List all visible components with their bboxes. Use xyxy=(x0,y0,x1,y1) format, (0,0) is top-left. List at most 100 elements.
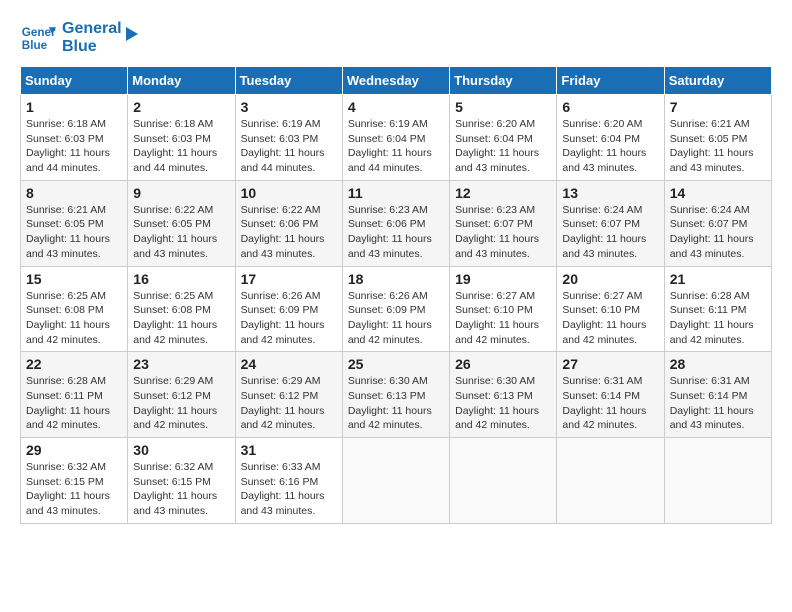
weekday-header-cell: Monday xyxy=(128,67,235,95)
day-info: Sunrise: 6:24 AMSunset: 6:07 PMDaylight:… xyxy=(670,203,766,262)
calendar-day-cell: 2 Sunrise: 6:18 AMSunset: 6:03 PMDaylight… xyxy=(128,95,235,181)
day-number: 16 xyxy=(133,271,229,287)
day-info: Sunrise: 6:25 AMSunset: 6:08 PMDaylight:… xyxy=(26,289,122,348)
day-number: 4 xyxy=(348,99,444,115)
calendar-day-cell: 6 Sunrise: 6:20 AMSunset: 6:04 PMDaylight… xyxy=(557,95,664,181)
day-number: 22 xyxy=(26,356,122,372)
day-info: Sunrise: 6:20 AMSunset: 6:04 PMDaylight:… xyxy=(562,117,658,176)
day-number: 23 xyxy=(133,356,229,372)
calendar-day-cell: 29 Sunrise: 6:32 AMSunset: 6:15 PMDayligh… xyxy=(21,438,128,524)
day-info: Sunrise: 6:19 AMSunset: 6:04 PMDaylight:… xyxy=(348,117,444,176)
calendar-day-cell: 25 Sunrise: 6:30 AMSunset: 6:13 PMDayligh… xyxy=(342,352,449,438)
day-info: Sunrise: 6:22 AMSunset: 6:06 PMDaylight:… xyxy=(241,203,337,262)
calendar-day-cell: 24Sunrise: 6:29 AMSunset: 6:12 PMDayligh… xyxy=(235,352,342,438)
day-number: 9 xyxy=(133,185,229,201)
calendar-day-cell: 1 Sunrise: 6:18 AMSunset: 6:03 PMDaylight… xyxy=(21,95,128,181)
day-number: 20 xyxy=(562,271,658,287)
day-info: Sunrise: 6:21 AMSunset: 6:05 PMDaylight:… xyxy=(26,203,122,262)
weekday-header-cell: Tuesday xyxy=(235,67,342,95)
calendar-day-cell: 4 Sunrise: 6:19 AMSunset: 6:04 PMDaylight… xyxy=(342,95,449,181)
day-number: 26 xyxy=(455,356,551,372)
day-number: 2 xyxy=(133,99,229,115)
calendar-day-cell: 22 Sunrise: 6:28 AMSunset: 6:11 PMDayligh… xyxy=(21,352,128,438)
day-number: 3 xyxy=(241,99,337,115)
calendar-day-cell: 9 Sunrise: 6:22 AMSunset: 6:05 PMDaylight… xyxy=(128,180,235,266)
day-info: Sunrise: 6:22 AMSunset: 6:05 PMDaylight:… xyxy=(133,203,229,262)
day-number: 31 xyxy=(241,442,337,458)
day-info: Sunrise: 6:32 AMSunset: 6:15 PMDaylight:… xyxy=(26,460,122,519)
day-number: 30 xyxy=(133,442,229,458)
day-info: Sunrise: 6:32 AMSunset: 6:15 PMDaylight:… xyxy=(133,460,229,519)
day-number: 17 xyxy=(241,271,337,287)
calendar-week-row: 1 Sunrise: 6:18 AMSunset: 6:03 PMDaylight… xyxy=(21,95,772,181)
calendar-day-cell: 30 Sunrise: 6:32 AMSunset: 6:15 PMDayligh… xyxy=(128,438,235,524)
day-info: Sunrise: 6:28 AMSunset: 6:11 PMDaylight:… xyxy=(26,374,122,433)
calendar-day-cell: 15 Sunrise: 6:25 AMSunset: 6:08 PMDayligh… xyxy=(21,266,128,352)
calendar-day-cell: 27Sunrise: 6:31 AMSunset: 6:14 PMDayligh… xyxy=(557,352,664,438)
day-number: 6 xyxy=(562,99,658,115)
day-info: Sunrise: 6:19 AMSunset: 6:03 PMDaylight:… xyxy=(241,117,337,176)
logo: General Blue General Blue xyxy=(20,20,140,56)
calendar-day-cell: 16 Sunrise: 6:25 AMSunset: 6:08 PMDayligh… xyxy=(128,266,235,352)
day-number: 15 xyxy=(26,271,122,287)
page-header: General Blue General Blue xyxy=(20,20,772,56)
calendar-body: 1 Sunrise: 6:18 AMSunset: 6:03 PMDaylight… xyxy=(21,95,772,524)
day-info: Sunrise: 6:29 AMSunset: 6:12 PMDaylight:… xyxy=(241,374,337,433)
calendar-day-cell xyxy=(450,438,557,524)
day-number: 29 xyxy=(26,442,122,458)
calendar-day-cell: 10 Sunrise: 6:22 AMSunset: 6:06 PMDayligh… xyxy=(235,180,342,266)
day-number: 10 xyxy=(241,185,337,201)
calendar-week-row: 15 Sunrise: 6:25 AMSunset: 6:08 PMDayligh… xyxy=(21,266,772,352)
day-info: Sunrise: 6:27 AMSunset: 6:10 PMDaylight:… xyxy=(562,289,658,348)
weekday-header-cell: Friday xyxy=(557,67,664,95)
day-number: 7 xyxy=(670,99,766,115)
calendar-day-cell: 3 Sunrise: 6:19 AMSunset: 6:03 PMDaylight… xyxy=(235,95,342,181)
calendar-day-cell: 19Sunrise: 6:27 AMSunset: 6:10 PMDayligh… xyxy=(450,266,557,352)
day-info: Sunrise: 6:28 AMSunset: 6:11 PMDaylight:… xyxy=(670,289,766,348)
day-number: 18 xyxy=(348,271,444,287)
calendar-week-row: 22 Sunrise: 6:28 AMSunset: 6:11 PMDayligh… xyxy=(21,352,772,438)
calendar-day-cell: 12Sunrise: 6:23 AMSunset: 6:07 PMDayligh… xyxy=(450,180,557,266)
day-number: 19 xyxy=(455,271,551,287)
day-info: Sunrise: 6:26 AMSunset: 6:09 PMDaylight:… xyxy=(241,289,337,348)
calendar-day-cell: 21 Sunrise: 6:28 AMSunset: 6:11 PMDayligh… xyxy=(664,266,771,352)
day-info: Sunrise: 6:33 AMSunset: 6:16 PMDaylight:… xyxy=(241,460,337,519)
svg-text:Blue: Blue xyxy=(22,39,48,52)
day-info: Sunrise: 6:20 AMSunset: 6:04 PMDaylight:… xyxy=(455,117,551,176)
day-info: Sunrise: 6:18 AMSunset: 6:03 PMDaylight:… xyxy=(133,117,229,176)
weekday-header-cell: Thursday xyxy=(450,67,557,95)
calendar-day-cell: 18 Sunrise: 6:26 AMSunset: 6:09 PMDayligh… xyxy=(342,266,449,352)
logo-text-blue: Blue xyxy=(62,38,122,56)
calendar-day-cell: 11Sunrise: 6:23 AMSunset: 6:06 PMDayligh… xyxy=(342,180,449,266)
day-number: 1 xyxy=(26,99,122,115)
calendar-day-cell: 26 Sunrise: 6:30 AMSunset: 6:13 PMDayligh… xyxy=(450,352,557,438)
calendar-table: SundayMondayTuesdayWednesdayThursdayFrid… xyxy=(20,66,772,524)
calendar-day-cell: 7 Sunrise: 6:21 AMSunset: 6:05 PMDaylight… xyxy=(664,95,771,181)
logo-text-general: General xyxy=(62,20,122,38)
day-info: Sunrise: 6:31 AMSunset: 6:14 PMDaylight:… xyxy=(670,374,766,433)
day-number: 28 xyxy=(670,356,766,372)
day-info: Sunrise: 6:26 AMSunset: 6:09 PMDaylight:… xyxy=(348,289,444,348)
day-info: Sunrise: 6:23 AMSunset: 6:07 PMDaylight:… xyxy=(455,203,551,262)
day-info: Sunrise: 6:25 AMSunset: 6:08 PMDaylight:… xyxy=(133,289,229,348)
day-number: 27 xyxy=(562,356,658,372)
day-info: Sunrise: 6:30 AMSunset: 6:13 PMDaylight:… xyxy=(348,374,444,433)
calendar-day-cell: 17 Sunrise: 6:26 AMSunset: 6:09 PMDayligh… xyxy=(235,266,342,352)
day-number: 21 xyxy=(670,271,766,287)
day-info: Sunrise: 6:21 AMSunset: 6:05 PMDaylight:… xyxy=(670,117,766,176)
logo-arrow-icon xyxy=(118,23,140,45)
day-info: Sunrise: 6:30 AMSunset: 6:13 PMDaylight:… xyxy=(455,374,551,433)
day-info: Sunrise: 6:18 AMSunset: 6:03 PMDaylight:… xyxy=(26,117,122,176)
calendar-day-cell xyxy=(557,438,664,524)
calendar-day-cell: 14 Sunrise: 6:24 AMSunset: 6:07 PMDayligh… xyxy=(664,180,771,266)
weekday-header-cell: Wednesday xyxy=(342,67,449,95)
calendar-day-cell: 13Sunrise: 6:24 AMSunset: 6:07 PMDayligh… xyxy=(557,180,664,266)
day-number: 13 xyxy=(562,185,658,201)
calendar-week-row: 29 Sunrise: 6:32 AMSunset: 6:15 PMDayligh… xyxy=(21,438,772,524)
calendar-day-cell xyxy=(342,438,449,524)
day-number: 14 xyxy=(670,185,766,201)
calendar-day-cell: 5Sunrise: 6:20 AMSunset: 6:04 PMDaylight… xyxy=(450,95,557,181)
calendar-day-cell: 8Sunrise: 6:21 AMSunset: 6:05 PMDaylight… xyxy=(21,180,128,266)
day-number: 25 xyxy=(348,356,444,372)
calendar-day-cell: 20 Sunrise: 6:27 AMSunset: 6:10 PMDayligh… xyxy=(557,266,664,352)
